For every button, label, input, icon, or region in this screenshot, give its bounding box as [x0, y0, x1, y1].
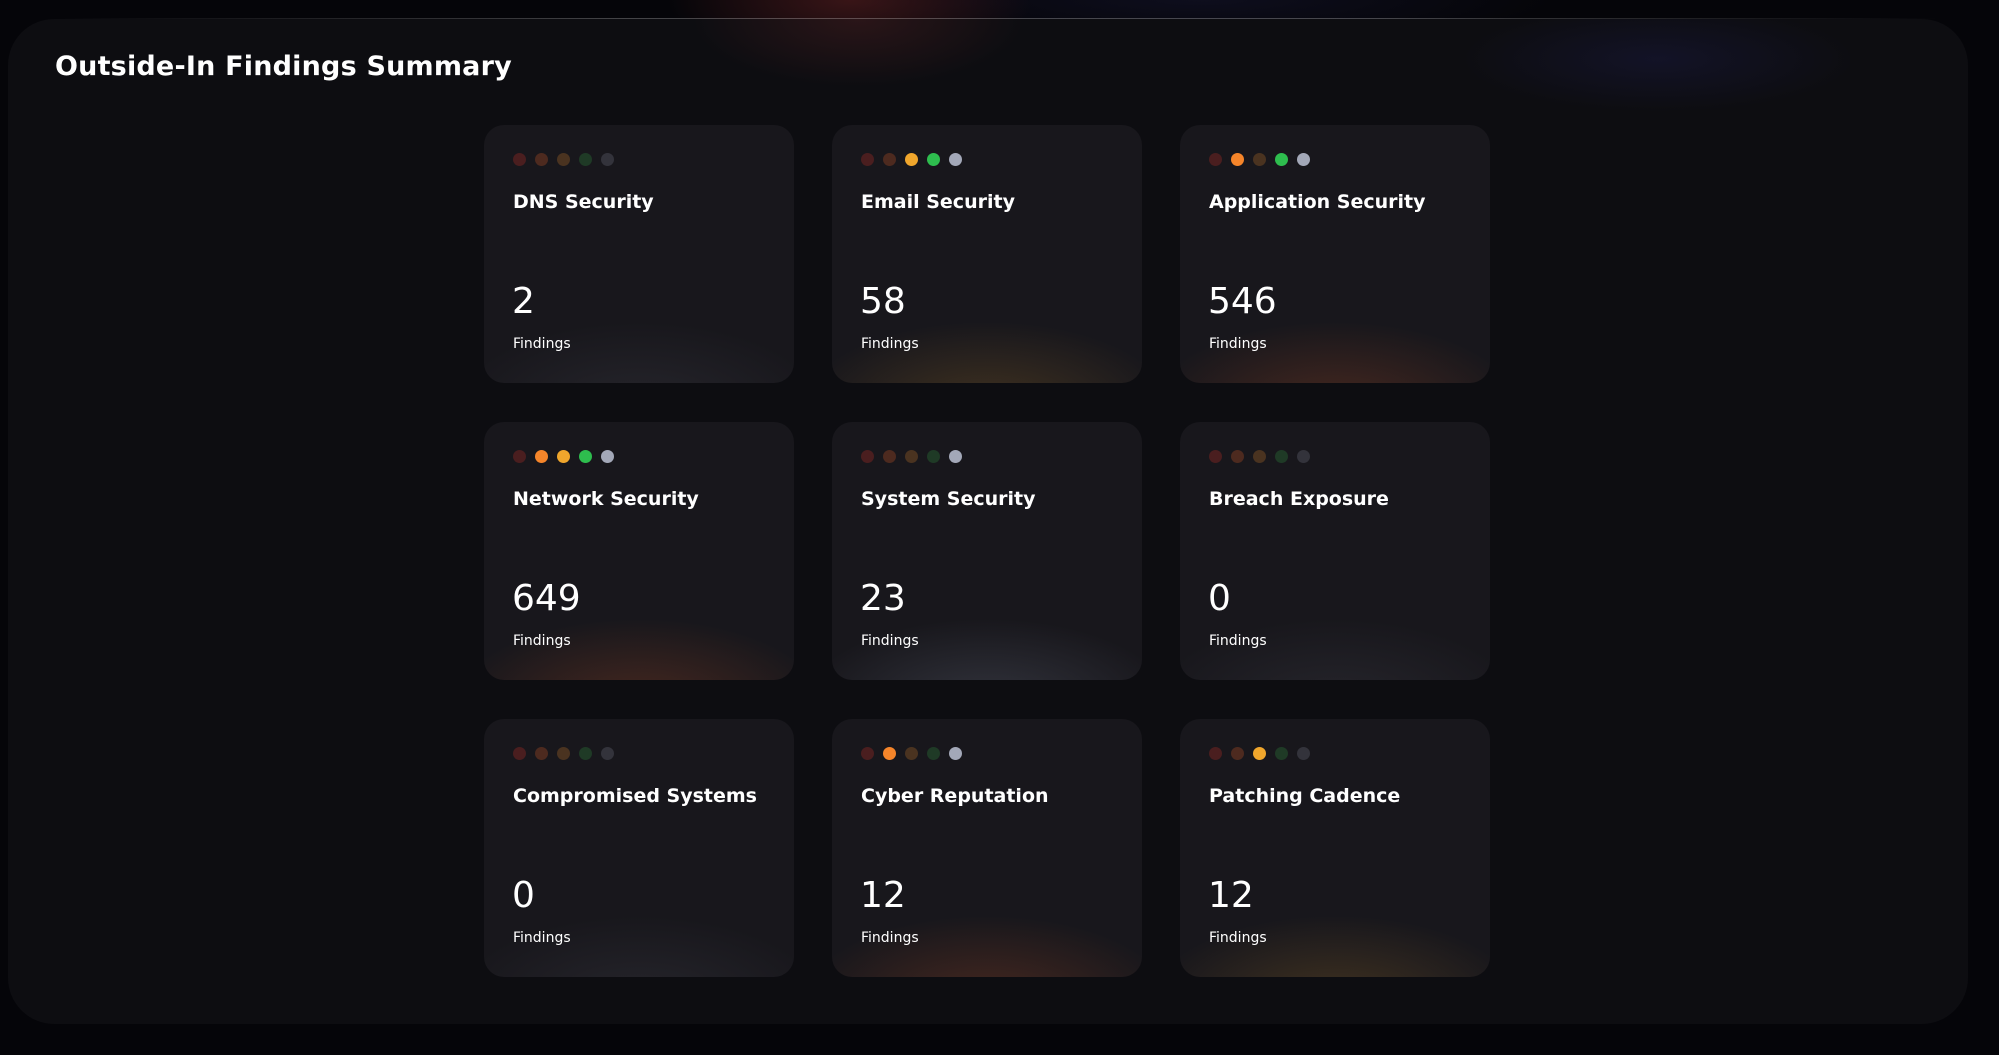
card-title: System Security — [861, 488, 1036, 510]
severity-dot-high — [535, 747, 548, 760]
findings-label: Findings — [513, 633, 571, 649]
severity-dot-info — [601, 747, 614, 760]
findings-label: Findings — [513, 930, 571, 946]
severity-dot-low — [927, 747, 940, 760]
findings-count: 2 — [512, 281, 535, 322]
finding-card-dns-security[interactable]: DNS Security 2 Findings — [484, 125, 794, 383]
severity-dots — [861, 450, 962, 463]
severity-dot-medium — [1253, 450, 1266, 463]
findings-count: 12 — [860, 875, 906, 916]
card-title: Network Security — [513, 488, 699, 510]
severity-dots — [1209, 450, 1310, 463]
findings-count: 58 — [860, 281, 906, 322]
finding-card-system-security[interactable]: System Security 23 Findings — [832, 422, 1142, 680]
severity-dot-info — [1297, 153, 1310, 166]
severity-dot-low — [579, 747, 592, 760]
findings-count: 649 — [512, 578, 581, 619]
severity-dot-info — [1297, 450, 1310, 463]
severity-dot-info — [601, 153, 614, 166]
findings-count: 0 — [1208, 578, 1231, 619]
card-title: Compromised Systems — [513, 785, 757, 807]
severity-dot-info — [949, 450, 962, 463]
severity-dot-high — [535, 450, 548, 463]
severity-dots — [861, 153, 962, 166]
severity-dot-medium — [905, 153, 918, 166]
severity-dots — [513, 747, 614, 760]
findings-label: Findings — [513, 336, 571, 352]
findings-count: 12 — [1208, 875, 1254, 916]
severity-dots — [513, 153, 614, 166]
findings-label: Findings — [1209, 930, 1267, 946]
severity-dot-medium — [905, 450, 918, 463]
card-title: DNS Security — [513, 191, 654, 213]
severity-dot-critical — [513, 450, 526, 463]
severity-dot-info — [949, 747, 962, 760]
finding-card-cyber-reputation[interactable]: Cyber Reputation 12 Findings — [832, 719, 1142, 977]
finding-card-network-security[interactable]: Network Security 649 Findings — [484, 422, 794, 680]
severity-dot-high — [1231, 153, 1244, 166]
severity-dot-high — [883, 450, 896, 463]
page-title: Outside-In Findings Summary — [55, 51, 512, 82]
severity-dot-medium — [905, 747, 918, 760]
severity-dot-medium — [557, 153, 570, 166]
severity-dot-critical — [861, 450, 874, 463]
findings-label: Findings — [1209, 336, 1267, 352]
severity-dot-high — [1231, 747, 1244, 760]
severity-dot-medium — [1253, 153, 1266, 166]
severity-dots — [513, 450, 614, 463]
severity-dot-low — [579, 153, 592, 166]
finding-card-application-security[interactable]: Application Security 546 Findings — [1180, 125, 1490, 383]
severity-dot-critical — [513, 747, 526, 760]
severity-dot-medium — [1253, 747, 1266, 760]
severity-dot-low — [1275, 153, 1288, 166]
finding-card-compromised-systems[interactable]: Compromised Systems 0 Findings — [484, 719, 794, 977]
severity-dot-info — [601, 450, 614, 463]
severity-dot-critical — [861, 747, 874, 760]
severity-dot-critical — [513, 153, 526, 166]
card-title: Cyber Reputation — [861, 785, 1049, 807]
severity-dots — [1209, 747, 1310, 760]
severity-dot-critical — [1209, 153, 1222, 166]
severity-dot-low — [927, 450, 940, 463]
severity-dot-critical — [861, 153, 874, 166]
findings-label: Findings — [861, 336, 919, 352]
card-title: Application Security — [1209, 191, 1426, 213]
card-title: Email Security — [861, 191, 1015, 213]
severity-dot-low — [579, 450, 592, 463]
findings-label: Findings — [1209, 633, 1267, 649]
findings-label: Findings — [861, 930, 919, 946]
findings-count: 23 — [860, 578, 906, 619]
findings-label: Findings — [861, 633, 919, 649]
findings-summary-panel: Outside-In Findings Summary DNS Security… — [8, 19, 1968, 1024]
severity-dot-low — [1275, 450, 1288, 463]
severity-dot-critical — [1209, 450, 1222, 463]
finding-card-email-security[interactable]: Email Security 58 Findings — [832, 125, 1142, 383]
severity-dot-high — [883, 153, 896, 166]
severity-dots — [1209, 153, 1310, 166]
severity-dot-low — [927, 153, 940, 166]
severity-dot-info — [949, 153, 962, 166]
severity-dot-low — [1275, 747, 1288, 760]
severity-dots — [861, 747, 962, 760]
severity-dot-medium — [557, 450, 570, 463]
findings-count: 546 — [1208, 281, 1277, 322]
severity-dot-info — [1297, 747, 1310, 760]
findings-count: 0 — [512, 875, 535, 916]
card-title: Patching Cadence — [1209, 785, 1401, 807]
severity-dot-critical — [1209, 747, 1222, 760]
severity-dot-medium — [557, 747, 570, 760]
card-title: Breach Exposure — [1209, 488, 1389, 510]
findings-grid: DNS Security 2 Findings Email Security 5… — [484, 125, 1490, 977]
severity-dot-high — [1231, 450, 1244, 463]
finding-card-patching-cadence[interactable]: Patching Cadence 12 Findings — [1180, 719, 1490, 977]
severity-dot-high — [535, 153, 548, 166]
finding-card-breach-exposure[interactable]: Breach Exposure 0 Findings — [1180, 422, 1490, 680]
severity-dot-high — [883, 747, 896, 760]
